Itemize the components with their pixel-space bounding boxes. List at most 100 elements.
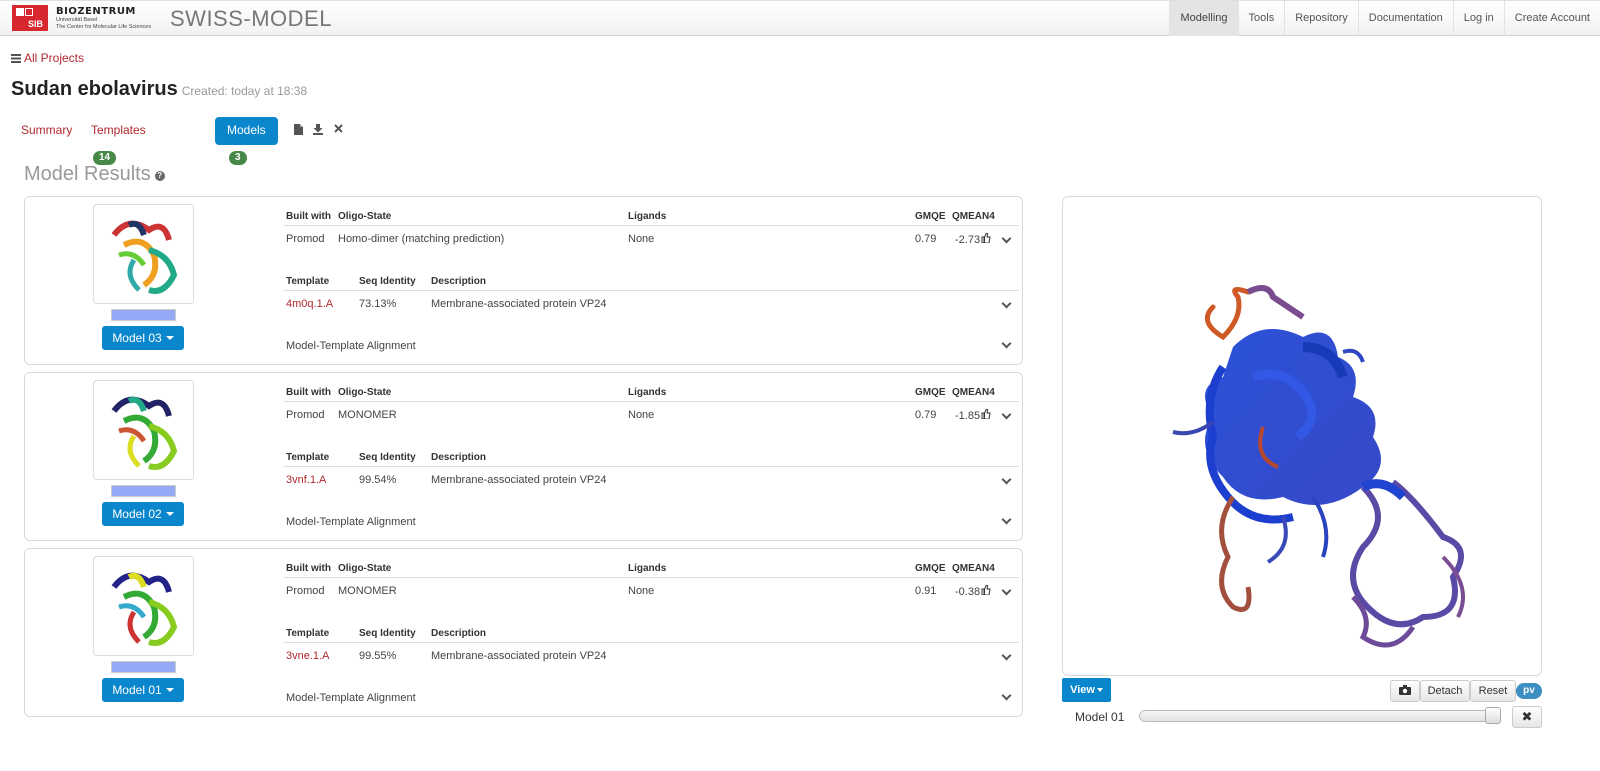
alignment-row[interactable]: Model-Template Alignment	[284, 687, 1019, 707]
chevron-down-icon[interactable]	[1002, 300, 1011, 309]
template-data-row: 4m0q.1.A 73.13% Membrane-associated prot…	[284, 291, 1019, 315]
chevron-down-icon[interactable]	[1002, 476, 1011, 485]
alignment-label: Model-Template Alignment	[286, 340, 416, 352]
built-with-value: Promod	[286, 233, 325, 245]
model-thumbnail[interactable]	[93, 204, 194, 304]
ligands-value: None	[628, 233, 655, 245]
screenshot-button[interactable]	[1390, 680, 1420, 702]
nav-item-documentation[interactable]: Documentation	[1357, 1, 1453, 36]
chevron-down-icon[interactable]	[1002, 340, 1011, 349]
template-link[interactable]: 3vnf.1.A	[286, 474, 326, 486]
thumbs-up-icon	[981, 584, 991, 598]
template-link[interactable]: 3vne.1.A	[286, 650, 329, 662]
coverage-bar	[111, 661, 176, 673]
qmean4-value: -2.73	[955, 232, 991, 246]
chevron-down-icon[interactable]	[1002, 516, 1011, 525]
download-icon[interactable]	[313, 124, 323, 135]
all-projects-link[interactable]: All Projects	[11, 51, 84, 65]
help-icon[interactable]: ?	[154, 171, 165, 181]
nav-item-tools[interactable]: Tools	[1237, 1, 1285, 36]
model-thumbnail[interactable]	[93, 380, 194, 480]
close-icon[interactable]	[333, 124, 343, 135]
built-with-value: Promod	[286, 585, 325, 597]
biozentrum-logo[interactable]: BIOZENTRUM Universität Basel The Center …	[56, 6, 160, 34]
oligo-state-value: MONOMER	[338, 409, 397, 421]
ligands-value: None	[628, 409, 655, 421]
chevron-down-icon[interactable]	[1002, 235, 1011, 244]
chevron-down-icon[interactable]	[1002, 411, 1011, 420]
chevron-down-icon[interactable]	[1002, 587, 1011, 596]
alignment-label: Model-Template Alignment	[286, 516, 416, 528]
close-viewer-button[interactable]: ✖	[1512, 706, 1542, 728]
reset-button[interactable]: Reset	[1470, 680, 1516, 702]
gmqe-value: 0.79	[915, 409, 937, 421]
section-title: Model Results?	[24, 163, 165, 186]
nav-item-login[interactable]: Log in	[1452, 1, 1504, 36]
model-select-button[interactable]: Model 01	[102, 678, 184, 702]
results-data-row: Promod MONOMER None 0.79 -1.85	[284, 402, 1019, 426]
model-card: Model 01 Built with Oligo-State Ligands …	[24, 548, 1023, 717]
seq-identity-value: 73.13%	[359, 298, 397, 310]
structure-viewer[interactable]	[1062, 196, 1542, 676]
results-header-row: Built with Oligo-State Ligands GMQE QMEA…	[284, 378, 1019, 402]
gmqe-value: 0.91	[915, 585, 937, 597]
detach-button[interactable]: Detach	[1420, 680, 1470, 702]
alignment-row[interactable]: Model-Template Alignment	[284, 511, 1019, 531]
qmean4-value: -1.85	[955, 408, 991, 422]
view-dropdown-button[interactable]: View	[1062, 678, 1111, 702]
results-header-row: Built with Oligo-State Ligands GMQE QMEA…	[284, 554, 1019, 578]
model-details: Built with Oligo-State Ligands GMQE QMEA…	[284, 202, 1019, 362]
gmqe-value: 0.79	[915, 233, 937, 245]
alignment-row[interactable]: Model-Template Alignment	[284, 335, 1019, 355]
model-details: Built with Oligo-State Ligands GMQE QMEA…	[284, 378, 1019, 538]
tab-templates[interactable]: Templates 14	[91, 117, 146, 165]
tab-summary[interactable]: Summary	[21, 117, 72, 145]
sib-logo[interactable]: SIB	[12, 5, 48, 31]
project-created: Created: today at 18:38	[181, 84, 308, 98]
model-card: Model 03 Built with Oligo-State Ligands …	[24, 196, 1023, 365]
pv-badge: pv	[1516, 683, 1542, 699]
model-thumbnail-image	[111, 396, 178, 470]
template-header-row: Template Seq Identity Description	[284, 619, 1019, 643]
built-with-value: Promod	[286, 409, 325, 421]
qmean4-value: -0.38	[955, 584, 991, 598]
model-select-button[interactable]: Model 03	[102, 326, 184, 350]
results-header-row: Built with Oligo-State Ligands GMQE QMEA…	[284, 202, 1019, 226]
seq-identity-value: 99.55%	[359, 650, 397, 662]
thumbs-up-icon	[981, 408, 991, 422]
results-data-row: Promod Homo-dimer (matching prediction) …	[284, 226, 1019, 250]
model-details: Built with Oligo-State Ligands GMQE QMEA…	[284, 554, 1019, 714]
thumbs-up-icon	[981, 232, 991, 246]
model-select-button[interactable]: Model 02	[102, 502, 184, 526]
file-icon[interactable]	[293, 124, 303, 135]
camera-icon	[1399, 685, 1411, 695]
list-icon	[11, 54, 21, 63]
chevron-down-icon[interactable]	[1002, 652, 1011, 661]
oligo-state-value: MONOMER	[338, 585, 397, 597]
template-link[interactable]: 4m0q.1.A	[286, 298, 333, 310]
model-slider[interactable]	[1139, 710, 1501, 722]
model-thumbnail-image	[111, 572, 178, 646]
tab-models[interactable]: Models 3	[215, 117, 278, 165]
description-value: Membrane-associated protein VP24	[431, 298, 607, 310]
seq-identity-value: 99.54%	[359, 474, 397, 486]
model-thumbnail[interactable]	[93, 556, 194, 656]
project-title: Sudan ebolavirus Created: today at 18:38	[11, 78, 308, 100]
template-header-row: Template Seq Identity Description	[284, 267, 1019, 291]
viewer-model-label: Model 01	[1075, 710, 1125, 724]
ligands-value: None	[628, 585, 655, 597]
models-count-badge: 3	[229, 151, 247, 165]
slider-handle[interactable]	[1485, 707, 1501, 724]
chevron-down-icon[interactable]	[1002, 692, 1011, 701]
top-navbar: SIB BIOZENTRUM Universität Basel The Cen…	[0, 0, 1600, 36]
coverage-bar	[111, 485, 176, 497]
nav-item-create-account[interactable]: Create Account	[1503, 1, 1600, 36]
oligo-state-value: Homo-dimer (matching prediction)	[338, 233, 505, 245]
nav-item-repository[interactable]: Repository	[1284, 1, 1358, 36]
template-header-row: Template Seq Identity Description	[284, 443, 1019, 467]
results-data-row: Promod MONOMER None 0.91 -0.38	[284, 578, 1019, 602]
description-value: Membrane-associated protein VP24	[431, 474, 607, 486]
model-thumbnail-image	[111, 220, 178, 294]
nav-item-modelling[interactable]: Modelling	[1169, 1, 1238, 36]
brand-title[interactable]: SWISS-MODEL	[170, 6, 332, 32]
